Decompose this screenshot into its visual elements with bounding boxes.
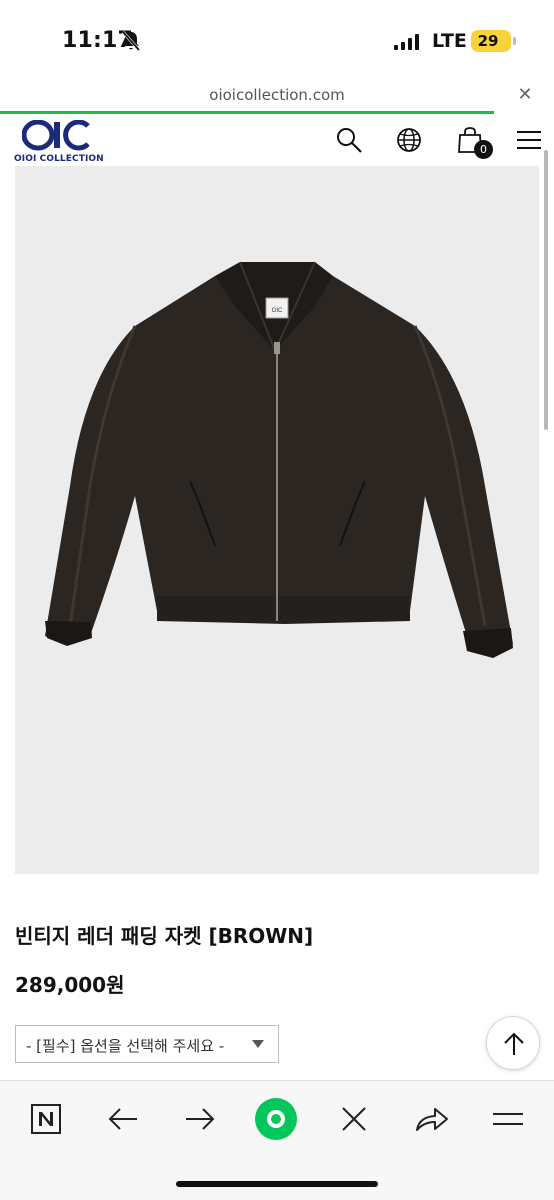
option-select-text: - [필수] 옵션을 선택해 주세요 - (26, 1037, 225, 1055)
product-title: 빈티지 레더 패딩 자켓 [BROWN] (15, 924, 314, 948)
battery-level: 29 (477, 32, 499, 50)
naver-icon[interactable] (24, 1097, 68, 1141)
scroll-to-top-button[interactable] (486, 1016, 540, 1070)
cart-count-badge: 0 (474, 140, 493, 159)
back-arrow-icon (108, 1108, 137, 1130)
arrow-up-icon (504, 1032, 524, 1055)
logo-text: OIOI COLLECTION (14, 154, 104, 164)
globe-icon[interactable] (395, 126, 423, 154)
signal-icon (394, 34, 419, 50)
close-icon[interactable]: ✕ (514, 84, 536, 106)
green-dot-button[interactable] (254, 1097, 298, 1141)
network-label: LTE (432, 30, 467, 52)
battery-icon: 29 (471, 30, 511, 52)
share-button[interactable] (409, 1097, 453, 1141)
forward-button[interactable] (178, 1097, 222, 1141)
status-bar: 11:17 LTE 29 (0, 0, 554, 80)
close-icon (342, 1107, 366, 1131)
option-select[interactable]: - [필수] 옵션을 선택해 주세요 - (15, 1025, 279, 1063)
back-button[interactable] (101, 1097, 145, 1141)
share-icon (416, 1108, 448, 1131)
jacket-illustration: OIC (45, 261, 513, 658)
caret-down-icon (252, 1040, 264, 1048)
forward-arrow-icon (186, 1108, 215, 1130)
menu-icon[interactable] (515, 126, 543, 154)
search-icon[interactable] (335, 126, 363, 154)
site-header: OIOI COLLECTION (0, 114, 554, 166)
tag-label: OIC (272, 308, 283, 314)
site-logo[interactable]: OIOI COLLECTION (14, 120, 104, 164)
toolbar-menu-button[interactable] (486, 1097, 530, 1141)
naver-logo-icon (31, 1104, 61, 1134)
oic-logo-mark (22, 120, 90, 151)
url-text[interactable]: oioicollection.com (0, 86, 554, 104)
home-indicator[interactable] (176, 1181, 378, 1187)
scrollbar[interactable] (544, 150, 548, 430)
bell-off-icon (121, 31, 141, 51)
product-image[interactable]: OIC (15, 166, 539, 874)
close-tab-button[interactable] (332, 1097, 376, 1141)
green-dot-icon (255, 1098, 297, 1140)
url-bar[interactable]: oioicollection.com ✕ (0, 80, 554, 112)
menu-icon (493, 1113, 523, 1125)
product-price: 289,000원 (15, 973, 125, 997)
battery-cap (513, 37, 516, 45)
